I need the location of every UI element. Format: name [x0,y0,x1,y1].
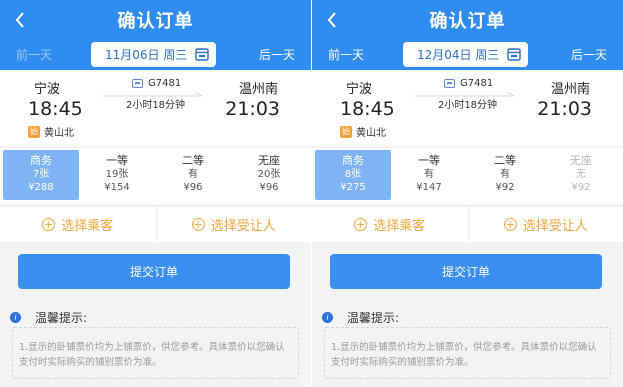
date-selector[interactable]: 11月06日 周三 [91,42,216,67]
train-number-text: G7481 [148,78,182,89]
tips-header: i 温馨提示: [322,309,399,326]
choose-beneficiary-label: 选择受让人 [522,219,588,234]
seat-price: ¥92 [495,182,515,193]
seat-name: 商务 [342,154,364,167]
choose-passenger-button[interactable]: + 选择乘客 [0,207,156,242]
seat-second-class[interactable]: 二等 有 ¥92 [467,150,543,200]
choose-passenger-label: 选择乘客 [61,219,114,234]
arrival-time: 21:03 [537,98,592,120]
seat-name: 二等 [494,154,516,167]
plus-circle-icon: + [354,218,368,231]
seat-first-class[interactable]: 一等 有 ¥147 [391,150,467,200]
choose-passenger-button[interactable]: + 选择乘客 [312,207,468,242]
calendar-icon [195,48,209,61]
seat-business[interactable]: 商务 8张 ¥275 [315,150,391,200]
submit-order-button[interactable]: 提交订单 [18,254,290,289]
departure-station: 宁波 [34,82,61,97]
date-selector[interactable]: 12月04日 周三 [403,42,528,67]
info-icon: i [322,312,333,323]
passenger-selection: + 选择乘客 + 选择受让人 [312,206,623,242]
passenger-selection: + 选择乘客 + 选择受让人 [0,206,311,242]
page-title: 确认订单 [429,11,506,32]
seat-name: 无座 [570,154,592,167]
origin-station-note: 始 黄山北 [340,124,386,139]
seat-count: 8张 [344,169,362,180]
date-text: 11月06日 周三 [105,48,188,62]
seat-first-class[interactable]: 一等 19张 ¥154 [79,150,155,200]
seat-name: 一等 [418,154,440,167]
tips-content: 1.显示的卧铺票价均为上铺票价，供您参考。具体票价以您确认支付时实际购买的铺别票… [12,327,299,379]
plus-circle-icon: + [191,218,205,231]
seat-count: 7张 [32,169,50,180]
seat-name: 无座 [258,154,280,167]
seat-count: 有 [188,169,198,180]
seat-name: 二等 [182,154,204,167]
prev-day-button[interactable]: 前一天 [328,46,364,63]
prev-day-button[interactable]: 前一天 [16,46,52,63]
order-screen-left: 确认订单 前一天 11月06日 周三 后一天 宁波 18:45 始 黄山北 G7… [0,0,311,387]
date-text: 12月04日 周三 [417,48,500,62]
comparison-view: 确认订单 前一天 11月06日 周三 后一天 宁波 18:45 始 黄山北 G7… [0,0,623,387]
seat-count: 有 [424,169,434,180]
seat-price: ¥92 [571,182,591,193]
seat-price: ¥147 [416,182,442,193]
trip-info: 宁波 18:45 始 黄山北 G7481 2小时18分钟 温州南 21:03 [312,70,623,146]
choose-beneficiary-button[interactable]: + 选择受让人 [155,207,312,242]
choose-passenger-label: 选择乘客 [373,219,426,234]
tips-title: 温馨提示: [35,311,88,325]
seat-second-class[interactable]: 二等 有 ¥96 [155,150,231,200]
seat-price: ¥96 [259,182,279,193]
train-number[interactable]: G7481 [444,78,493,89]
trip-info: 宁波 18:45 始 黄山北 G7481 2小时18分钟 温州南 21:03 [0,70,311,146]
train-icon [444,79,455,88]
seat-name: 商务 [30,154,52,167]
info-icon: i [10,312,21,323]
choose-beneficiary-label: 选择受让人 [210,219,276,234]
tips-header: i 温馨提示: [10,309,87,326]
seat-price: ¥288 [28,182,54,193]
submit-order-button[interactable]: 提交订单 [330,254,602,289]
train-number[interactable]: G7481 [132,78,181,89]
next-day-button[interactable]: 后一天 [571,46,607,63]
plus-circle-icon: + [42,218,56,231]
arrival-station: 温州南 [238,82,278,97]
seat-class-selector: 商务 8张 ¥275 一等 有 ¥147 二等 有 ¥92 无座 无 ¥92 [312,148,623,204]
plus-circle-icon: + [503,218,517,231]
tips-content: 1.显示的卧铺票价均为上铺票价，供您参考。具体票价以您确认支付时实际购买的铺别票… [324,327,611,379]
seat-name: 一等 [106,154,128,167]
seat-count: 无 [576,169,586,180]
seat-business[interactable]: 商务 7张 ¥288 [3,150,79,200]
seat-class-selector: 商务 7张 ¥288 一等 19张 ¥154 二等 有 ¥96 无座 20张 ¥… [0,148,311,204]
seat-count: 有 [500,169,510,180]
next-day-button[interactable]: 后一天 [259,46,295,63]
seat-no-seat[interactable]: 无座 无 ¥92 [543,150,619,200]
seat-price: ¥275 [340,182,366,193]
seat-count: 20张 [257,169,281,180]
departure-station: 宁波 [346,82,373,97]
origin-badge: 始 [340,125,352,138]
origin-station: 黄山北 [44,128,74,139]
seat-no-seat[interactable]: 无座 20张 ¥96 [231,150,307,200]
order-screen-right: 确认订单 前一天 12月04日 周三 后一天 宁波 18:45 始 黄山北 G7… [312,0,623,387]
arrival-time: 21:03 [225,98,280,120]
header-bar: 确认订单 前一天 12月04日 周三 后一天 [312,0,623,70]
page-title: 确认订单 [117,11,194,32]
tips-title: 温馨提示: [347,311,400,325]
train-icon [132,79,143,88]
origin-badge: 始 [28,125,40,138]
header-bar: 确认订单 前一天 11月06日 周三 后一天 [0,0,311,70]
seat-count: 19张 [105,169,129,180]
origin-station-note: 始 黄山北 [28,124,74,139]
seat-price: ¥154 [104,182,130,193]
choose-beneficiary-button[interactable]: + 选择受让人 [467,207,623,242]
calendar-icon [507,48,521,61]
arrival-station: 温州南 [550,82,590,97]
seat-price: ¥96 [183,182,203,193]
origin-station: 黄山北 [356,128,386,139]
train-number-text: G7481 [460,78,494,89]
